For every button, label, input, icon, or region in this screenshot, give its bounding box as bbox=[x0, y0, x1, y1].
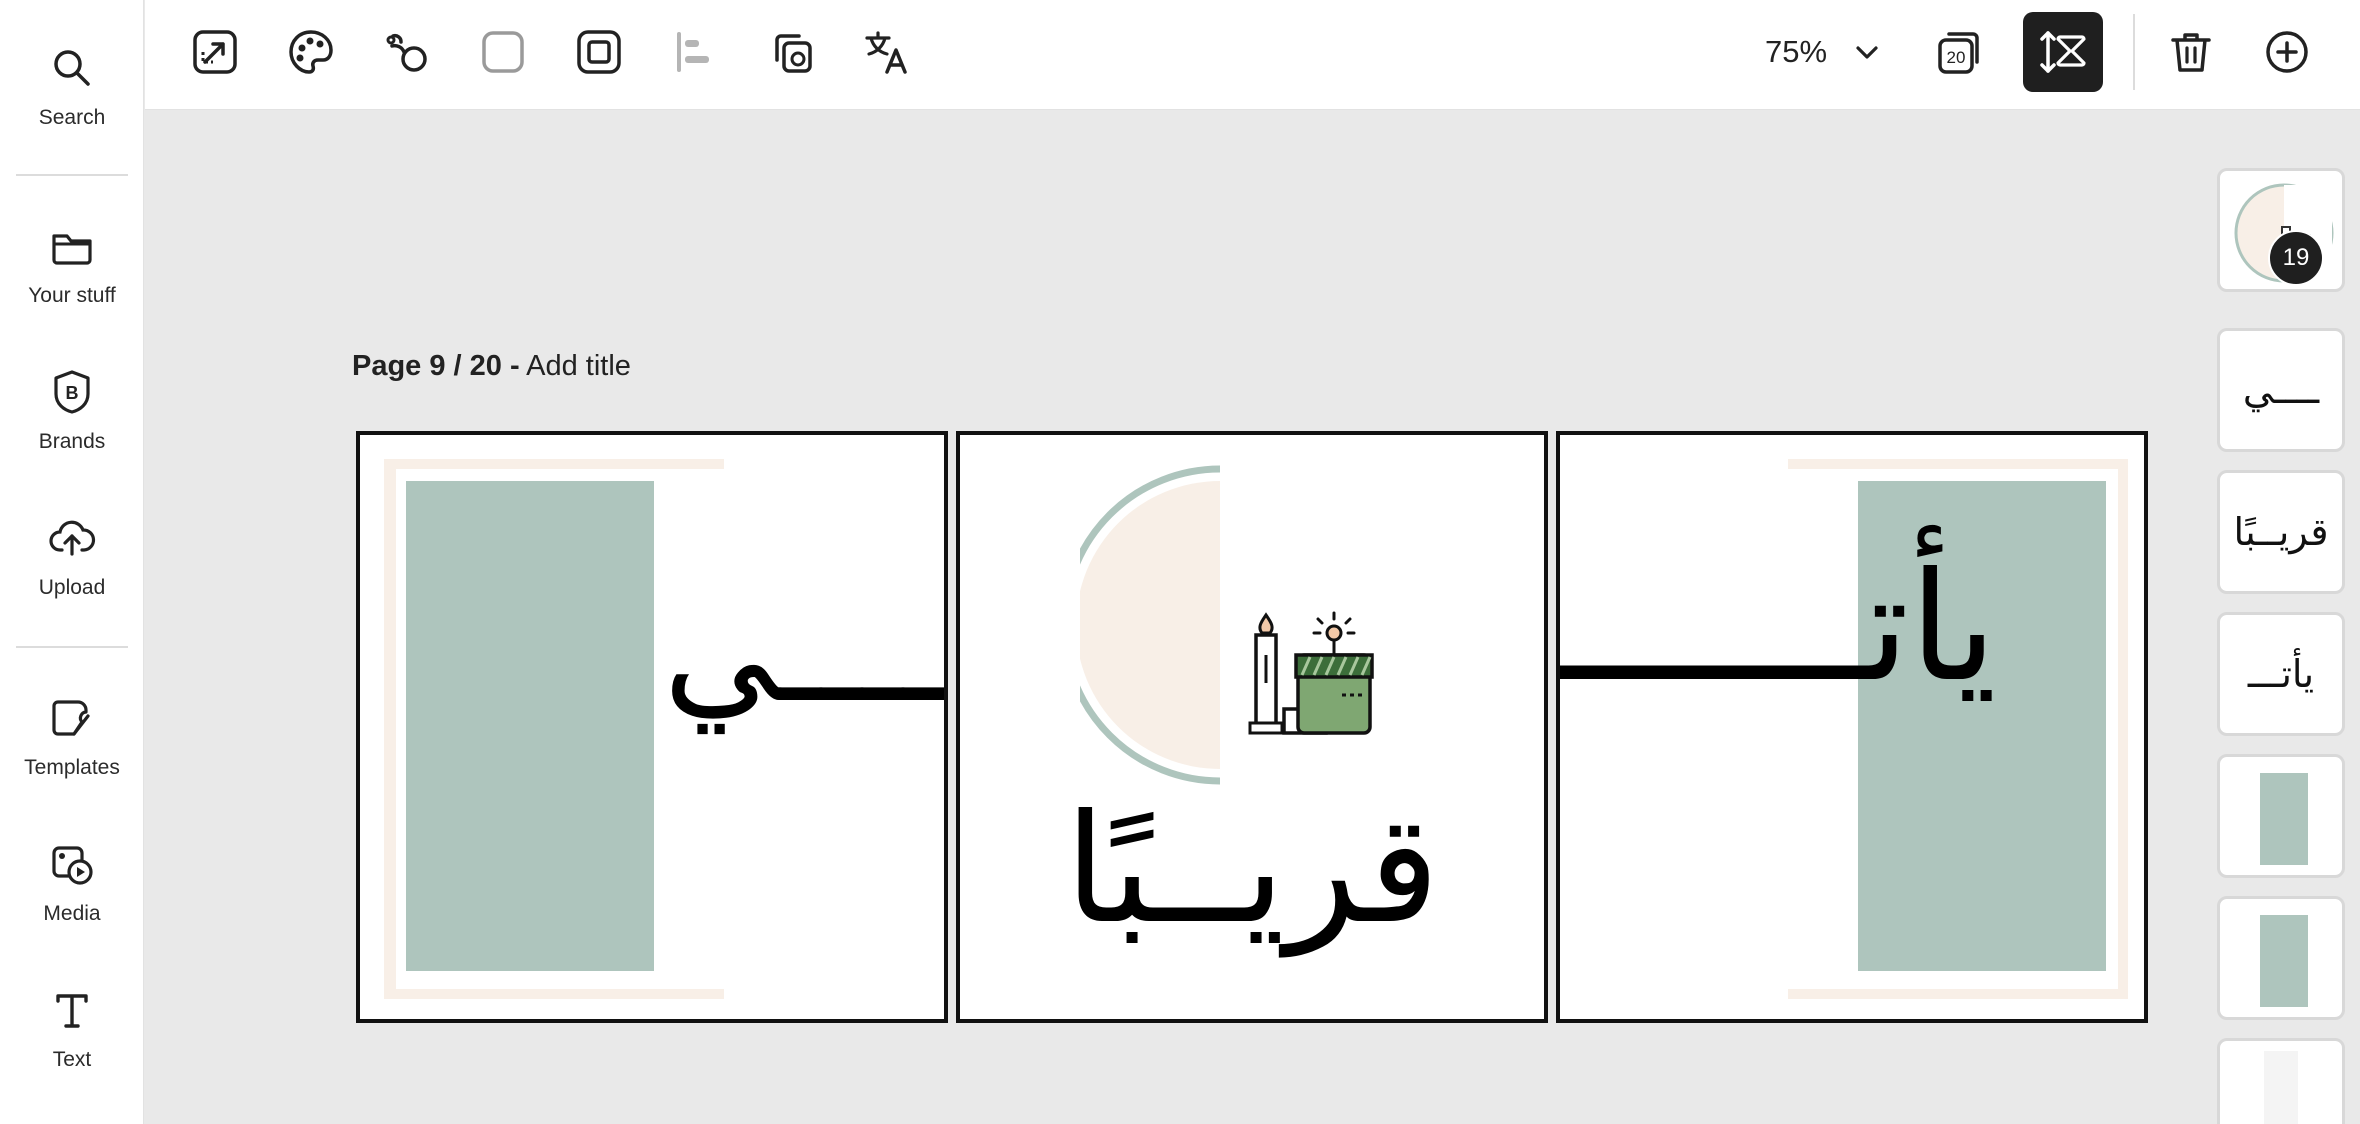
corner-radius-button[interactable] bbox=[471, 20, 535, 84]
sage-rectangle bbox=[406, 481, 654, 971]
lantern-icon bbox=[1248, 611, 1374, 735]
resize-button[interactable] bbox=[183, 20, 247, 84]
panel-1-text[interactable]: ــــي bbox=[663, 583, 944, 723]
sidebar-item-label: Search bbox=[38, 106, 106, 129]
layout-toggle-button[interactable] bbox=[2023, 12, 2103, 92]
sidebar-item-label: Your stuff bbox=[28, 284, 116, 307]
pages-count-label: 20 bbox=[1947, 48, 1966, 67]
trash-icon bbox=[2171, 33, 2211, 72]
thumbnail-page-22[interactable]: يأتـــ bbox=[2217, 612, 2345, 736]
palette-icon bbox=[289, 30, 333, 74]
top-toolbar: 75% 20 bbox=[145, 0, 2360, 110]
add-icon bbox=[2266, 31, 2308, 73]
page-header: Page 9 / 20 - Add title bbox=[352, 350, 631, 383]
animate-icon bbox=[386, 33, 427, 72]
media-icon bbox=[52, 846, 93, 885]
panel-2-text[interactable]: قريــبًا bbox=[960, 795, 1544, 945]
sidebar-item-upload[interactable]: Upload bbox=[0, 514, 144, 644]
chevron-down-icon bbox=[1856, 46, 1878, 59]
duplicate-icon bbox=[775, 34, 812, 73]
sidebar-item-label: Text bbox=[52, 1048, 92, 1071]
color-button[interactable] bbox=[279, 20, 343, 84]
sidebar-item-your-stuff[interactable]: Your stuff bbox=[0, 222, 144, 352]
border-icon bbox=[577, 30, 621, 74]
border-button[interactable] bbox=[567, 20, 631, 84]
animate-button[interactable] bbox=[375, 20, 439, 84]
thumbnail-preview bbox=[2260, 773, 2308, 865]
left-sidebar: Search Your stuff B Brands Upload Templa… bbox=[0, 0, 144, 1124]
zoom-value: 75% bbox=[1765, 34, 1828, 69]
sidebar-item-text[interactable]: Text bbox=[0, 986, 144, 1116]
thumbnail-page-24[interactable] bbox=[2217, 896, 2345, 1020]
upload-icon bbox=[49, 520, 96, 556]
sidebar-item-label: Media bbox=[43, 902, 101, 925]
sidebar-divider bbox=[16, 174, 128, 176]
align-button[interactable] bbox=[663, 20, 727, 84]
add-title-input[interactable]: Add title bbox=[526, 350, 631, 382]
page-separator: - bbox=[510, 350, 520, 382]
page-thumbnails: ــــي قريــبًا يأتـــ bbox=[2210, 150, 2360, 1124]
zoom-dropdown[interactable]: 75% bbox=[1765, 20, 1885, 84]
brand-icon: B bbox=[54, 370, 90, 414]
sidebar-item-search[interactable]: Search bbox=[0, 44, 144, 174]
sidebar-item-label: Templates bbox=[24, 756, 120, 779]
canvas-panel-3[interactable]: يأتـــــــ bbox=[1556, 431, 2148, 1023]
thumbnail-page-21[interactable]: قريــبًا bbox=[2217, 470, 2345, 594]
sidebar-item-templates[interactable]: Templates bbox=[0, 694, 144, 824]
pages-button[interactable]: 20 bbox=[1927, 20, 1991, 84]
toolbar-divider bbox=[2133, 14, 2135, 90]
sidebar-item-label: Upload bbox=[38, 576, 106, 599]
canvas-panel-1[interactable]: ــــي bbox=[356, 431, 948, 1023]
half-circle-graphic bbox=[1080, 465, 1221, 785]
thumbnail-text: ــــي bbox=[2242, 368, 2320, 412]
text-icon bbox=[56, 994, 88, 1028]
page-number: Page 9 / 20 bbox=[352, 350, 502, 382]
thumbnail-text: يأتـــ bbox=[2247, 652, 2315, 696]
sidebar-divider bbox=[16, 646, 128, 648]
thumbnail-count-badge: 19 bbox=[2268, 230, 2324, 286]
pages-icon: 20 bbox=[1938, 32, 1979, 74]
translate-icon bbox=[865, 31, 907, 74]
corner-icon bbox=[482, 31, 524, 73]
duplicate-button[interactable] bbox=[759, 20, 823, 84]
canvas-panel-2[interactable]: قريــبًا bbox=[956, 431, 1548, 1023]
thumbnail-page-25[interactable] bbox=[2217, 1038, 2345, 1124]
templates-icon bbox=[52, 700, 90, 736]
layout-icon bbox=[2040, 31, 2086, 73]
sidebar-item-media[interactable]: Media bbox=[0, 840, 144, 970]
translate-button[interactable] bbox=[855, 20, 919, 84]
search-icon bbox=[54, 50, 90, 86]
add-page-button[interactable] bbox=[2255, 20, 2319, 84]
svg-text:B: B bbox=[66, 383, 79, 403]
resize-icon bbox=[193, 30, 237, 74]
folder-icon bbox=[52, 234, 92, 265]
delete-button[interactable] bbox=[2159, 20, 2223, 84]
thumbnail-preview bbox=[2260, 915, 2308, 1007]
sidebar-item-label: Brands bbox=[38, 430, 106, 453]
thumbnail-text: قريــبًا bbox=[2233, 510, 2329, 554]
thumbnail-page-20[interactable]: ــــي bbox=[2217, 328, 2345, 452]
thumbnail-page-23[interactable] bbox=[2217, 754, 2345, 878]
align-icon bbox=[677, 32, 709, 72]
sidebar-item-brands[interactable]: B Brands bbox=[0, 368, 144, 498]
thumbnail-preview bbox=[2264, 1051, 2298, 1124]
panel-3-text[interactable]: يأتـــــــ bbox=[1560, 553, 1997, 703]
